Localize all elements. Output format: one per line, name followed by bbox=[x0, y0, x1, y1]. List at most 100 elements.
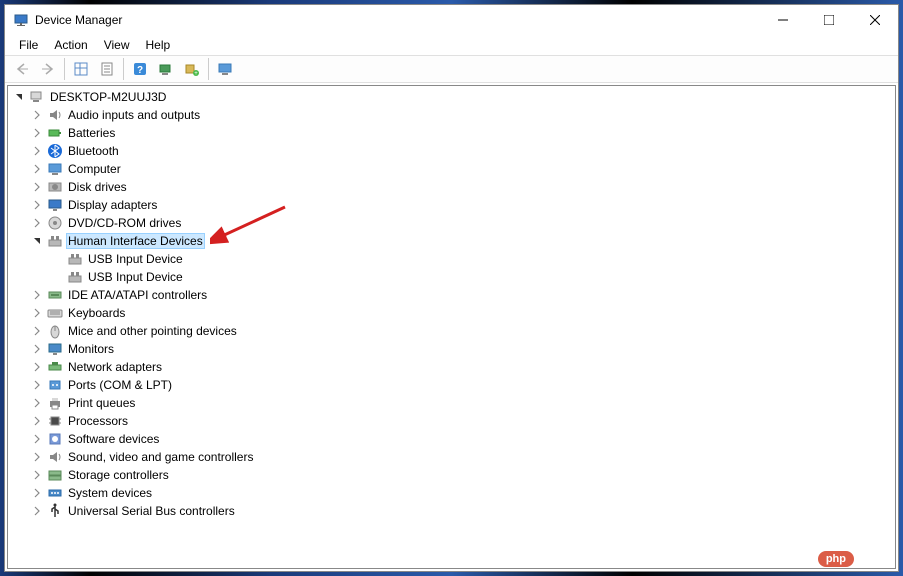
chevron-down-icon[interactable] bbox=[12, 90, 26, 104]
window-controls bbox=[760, 5, 898, 35]
device-node[interactable]: USB Input Device bbox=[10, 268, 893, 286]
category-node[interactable]: Disk drives bbox=[10, 178, 893, 196]
root-label: DESKTOP-M2UUJ3D bbox=[48, 90, 168, 104]
category-node[interactable]: Sound, video and game controllers bbox=[10, 448, 893, 466]
chevron-right-icon[interactable] bbox=[30, 504, 44, 518]
storage-icon bbox=[47, 467, 63, 483]
chevron-down-icon[interactable] bbox=[30, 234, 44, 248]
device-label: USB Input Device bbox=[86, 270, 185, 284]
chevron-right-icon[interactable] bbox=[30, 342, 44, 356]
dvd-icon bbox=[47, 215, 63, 231]
back-button bbox=[10, 57, 34, 81]
category-node[interactable]: Audio inputs and outputs bbox=[10, 106, 893, 124]
watermark: php 中文网 bbox=[818, 549, 895, 568]
ide-icon bbox=[47, 287, 63, 303]
svg-text:?: ? bbox=[137, 65, 143, 76]
category-node[interactable]: Storage controllers bbox=[10, 466, 893, 484]
category-node[interactable]: Software devices bbox=[10, 430, 893, 448]
chevron-right-icon[interactable] bbox=[30, 450, 44, 464]
chevron-right-icon[interactable] bbox=[30, 324, 44, 338]
help-button[interactable]: ? bbox=[128, 57, 152, 81]
computer-icon bbox=[47, 161, 63, 177]
category-node[interactable]: Human Interface Devices bbox=[10, 232, 893, 250]
computer-icon bbox=[29, 89, 45, 105]
bluetooth-icon bbox=[47, 143, 63, 159]
menu-file[interactable]: File bbox=[11, 37, 46, 53]
software-icon bbox=[47, 431, 63, 447]
category-node[interactable]: Universal Serial Bus controllers bbox=[10, 502, 893, 520]
chevron-right-icon[interactable] bbox=[30, 306, 44, 320]
printer-icon bbox=[47, 395, 63, 411]
category-node[interactable]: Keyboards bbox=[10, 304, 893, 322]
category-node[interactable]: Processors bbox=[10, 412, 893, 430]
device-label: USB Input Device bbox=[86, 252, 185, 266]
category-label: IDE ATA/ATAPI controllers bbox=[66, 288, 209, 302]
devices-button[interactable] bbox=[213, 57, 237, 81]
chevron-right-icon[interactable] bbox=[30, 108, 44, 122]
category-label: Monitors bbox=[66, 342, 116, 356]
chevron-right-icon[interactable] bbox=[30, 486, 44, 500]
show-hide-console-button[interactable] bbox=[69, 57, 93, 81]
category-label: System devices bbox=[66, 486, 154, 500]
chevron-right-icon[interactable] bbox=[30, 180, 44, 194]
menu-view[interactable]: View bbox=[96, 37, 138, 53]
toolbar-separator bbox=[208, 58, 209, 80]
category-node[interactable]: Batteries bbox=[10, 124, 893, 142]
maximize-button[interactable] bbox=[806, 5, 852, 35]
category-label: Software devices bbox=[66, 432, 161, 446]
display-icon bbox=[47, 197, 63, 213]
add-legacy-hardware-button[interactable]: + bbox=[180, 57, 204, 81]
chevron-right-icon[interactable] bbox=[30, 432, 44, 446]
category-node[interactable]: Computer bbox=[10, 160, 893, 178]
category-node[interactable]: Mice and other pointing devices bbox=[10, 322, 893, 340]
category-label: Ports (COM & LPT) bbox=[66, 378, 174, 392]
category-label: Bluetooth bbox=[66, 144, 121, 158]
titlebar: Device Manager bbox=[5, 5, 898, 35]
chevron-right-icon[interactable] bbox=[30, 468, 44, 482]
chevron-right-icon[interactable] bbox=[30, 414, 44, 428]
toolbar: ? + bbox=[5, 55, 898, 83]
chevron-right-icon[interactable] bbox=[30, 216, 44, 230]
root-node[interactable]: DESKTOP-M2UUJ3D bbox=[10, 88, 893, 106]
chevron-right-icon[interactable] bbox=[30, 162, 44, 176]
category-label: Computer bbox=[66, 162, 123, 176]
network-icon bbox=[47, 359, 63, 375]
category-node[interactable]: Ports (COM & LPT) bbox=[10, 376, 893, 394]
svg-text:+: + bbox=[194, 71, 198, 77]
device-manager-window: Device Manager File Action View Help ? +… bbox=[4, 4, 899, 572]
category-label: Disk drives bbox=[66, 180, 129, 194]
system-icon bbox=[47, 485, 63, 501]
category-label: Storage controllers bbox=[66, 468, 171, 482]
hid-icon bbox=[67, 251, 83, 267]
hid-icon bbox=[67, 269, 83, 285]
close-button[interactable] bbox=[852, 5, 898, 35]
minimize-button[interactable] bbox=[760, 5, 806, 35]
chevron-right-icon[interactable] bbox=[30, 378, 44, 392]
category-node[interactable]: DVD/CD-ROM drives bbox=[10, 214, 893, 232]
chevron-right-icon[interactable] bbox=[30, 288, 44, 302]
category-node[interactable]: System devices bbox=[10, 484, 893, 502]
usb-icon bbox=[47, 503, 63, 519]
chevron-right-icon[interactable] bbox=[30, 126, 44, 140]
chevron-right-icon[interactable] bbox=[30, 144, 44, 158]
chevron-right-icon[interactable] bbox=[30, 396, 44, 410]
category-label: Keyboards bbox=[66, 306, 127, 320]
category-node[interactable]: Display adapters bbox=[10, 196, 893, 214]
menu-action[interactable]: Action bbox=[46, 37, 95, 53]
category-label: Universal Serial Bus controllers bbox=[66, 504, 237, 518]
properties-button[interactable] bbox=[95, 57, 119, 81]
scan-hardware-button[interactable] bbox=[154, 57, 178, 81]
category-node[interactable]: Monitors bbox=[10, 340, 893, 358]
category-node[interactable]: Bluetooth bbox=[10, 142, 893, 160]
device-tree[interactable]: DESKTOP-M2UUJ3D Audio inputs and outputs… bbox=[7, 85, 896, 569]
menu-help[interactable]: Help bbox=[138, 37, 179, 53]
category-node[interactable]: Network adapters bbox=[10, 358, 893, 376]
category-node[interactable]: IDE ATA/ATAPI controllers bbox=[10, 286, 893, 304]
toolbar-separator bbox=[123, 58, 124, 80]
chevron-right-icon[interactable] bbox=[30, 360, 44, 374]
cpu-icon bbox=[47, 413, 63, 429]
device-node[interactable]: USB Input Device bbox=[10, 250, 893, 268]
chevron-right-icon[interactable] bbox=[30, 198, 44, 212]
category-node[interactable]: Print queues bbox=[10, 394, 893, 412]
mouse-icon bbox=[47, 323, 63, 339]
